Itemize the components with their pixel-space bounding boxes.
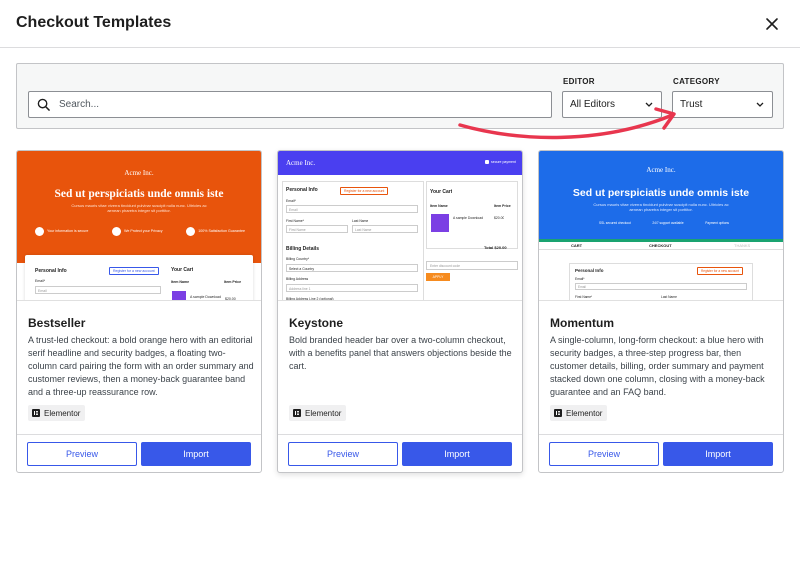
template-description: A single-column, long-form checkout: a b… — [550, 335, 765, 397]
template-thumbnail[interactable]: Acme Inc. secure payment Personal Info R… — [278, 151, 522, 301]
elementor-icon — [554, 409, 562, 417]
editor-badge: Elementor — [289, 405, 347, 421]
template-name: Momentum — [550, 316, 614, 330]
template-card-bestseller[interactable]: Acme Inc. Sed ut perspiciatis unde omnis… — [16, 150, 262, 473]
template-thumbnail[interactable]: Acme Inc. Sed ut perspiciatis unde omnis… — [17, 151, 261, 301]
shield-icon — [112, 226, 122, 236]
preview-button[interactable]: Preview — [288, 442, 398, 466]
thumbs-up-icon — [186, 226, 196, 236]
editor-badge: Elementor — [28, 405, 86, 421]
template-card-keystone[interactable]: Acme Inc. secure payment Personal Info R… — [277, 150, 523, 473]
card-footer: Preview Import — [17, 434, 261, 472]
template-name: Keystone — [289, 316, 344, 330]
editor-filter-label: EDITOR — [563, 77, 595, 86]
lock-icon — [485, 160, 489, 164]
category-filter-label: CATEGORY — [673, 77, 720, 86]
editor-badge: Elementor — [550, 405, 608, 421]
preview-button[interactable]: Preview — [549, 442, 659, 466]
import-button[interactable]: Import — [402, 442, 512, 466]
modal-header: Checkout Templates — [0, 0, 800, 48]
category-select[interactable]: Trust — [672, 91, 773, 118]
search-input[interactable] — [59, 93, 539, 116]
close-icon[interactable] — [762, 14, 782, 34]
import-button[interactable]: Import — [141, 442, 251, 466]
card-footer: Preview Import — [278, 434, 522, 472]
editor-select-value: All Editors — [570, 99, 616, 110]
import-button[interactable]: Import — [663, 442, 773, 466]
template-description: Bold branded header bar over a two-colum… — [289, 335, 512, 371]
filter-bar: EDITOR All Editors CATEGORY Trust — [16, 63, 784, 129]
lock-icon — [35, 226, 44, 236]
download-icon — [431, 214, 449, 232]
download-icon — [172, 291, 186, 300]
template-description: A trust-led checkout: a bold orange hero… — [28, 335, 254, 397]
preview-button[interactable]: Preview — [27, 442, 137, 466]
elementor-icon — [32, 409, 40, 417]
template-thumbnail[interactable]: Acme Inc. Sed ut perspiciatis unde omnis… — [539, 151, 783, 301]
template-card-momentum[interactable]: Acme Inc. Sed ut perspiciatis unde omnis… — [538, 150, 784, 473]
modal-title: Checkout Templates — [16, 14, 172, 31]
template-name: Bestseller — [28, 316, 86, 330]
card-footer: Preview Import — [539, 434, 783, 472]
editor-select[interactable]: All Editors — [562, 91, 662, 118]
elementor-icon — [293, 409, 301, 417]
search-icon — [37, 98, 50, 111]
search-box[interactable] — [28, 91, 552, 118]
chevron-down-icon — [645, 102, 653, 107]
chevron-down-icon — [756, 102, 764, 107]
category-select-value: Trust — [680, 99, 703, 110]
